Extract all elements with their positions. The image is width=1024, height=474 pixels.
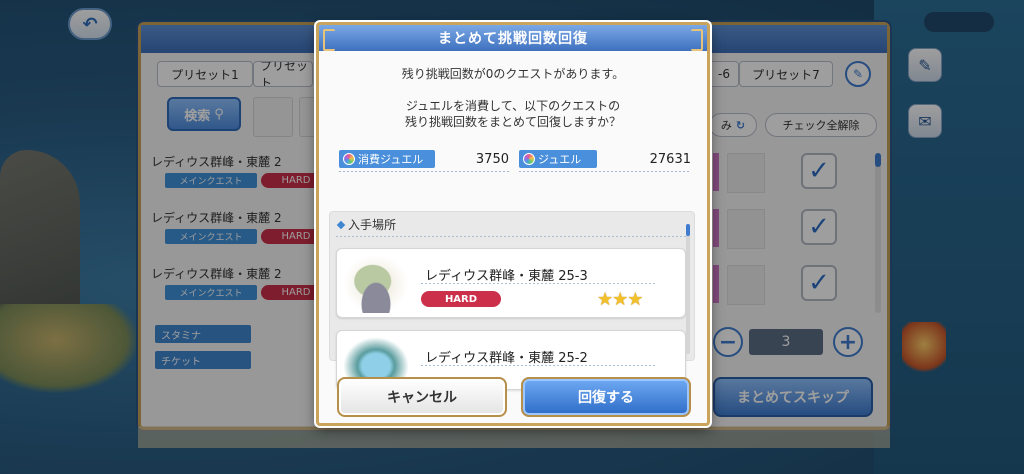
quest-card-title: レディウス群峰・東麓 25-3 <box>425 269 588 284</box>
divider <box>421 365 657 366</box>
jewel-balance-row: ジュエル 27631 <box>519 149 691 169</box>
source-header-text: 入手場所 <box>348 218 397 232</box>
quest-card[interactable]: レディウス群峰・東麓 25-3 HARD ★★★ <box>336 248 686 318</box>
jewel-icon <box>523 153 535 165</box>
jewel-balance-label-text: ジュエル <box>538 153 582 166</box>
divider <box>336 236 686 237</box>
quest-card-title: レディウス群峰・東麓 25-2 <box>425 351 588 366</box>
jewel-cost-label-text: 消費ジュエル <box>358 153 424 166</box>
source-header: 入手場所 <box>336 216 397 233</box>
divider <box>339 171 509 172</box>
diamond-bullet-icon <box>336 220 346 229</box>
dialog-message-line1: 残り挑戦回数が0のクエストがあります。 <box>401 67 625 81</box>
source-scrollbar[interactable] <box>686 224 690 354</box>
divider <box>519 171 691 172</box>
divider <box>421 283 657 284</box>
jewel-balance-value: 27631 <box>649 151 691 167</box>
source-list[interactable]: 入手場所 レディウス群峰・東麓 25-3 HARD ★★★ レディウス群峰・東麓… <box>329 211 695 395</box>
star-rating-icon: ★★★ <box>597 289 643 310</box>
dialog-message-line3: 残り挑戦回数をまとめて回復しますか？ <box>404 115 621 129</box>
dialog-message-line2: ジュエルを消費して、以下のクエストの <box>405 99 621 113</box>
dialog-title: まとめて挑戦回数回復 <box>319 25 707 51</box>
difficulty-badge: HARD <box>421 291 501 307</box>
quest-thumbnail <box>343 255 409 313</box>
jewel-cost-row: 消費ジュエル 3750 <box>339 149 509 169</box>
jewel-balance-label: ジュエル <box>519 150 597 168</box>
jewel-cost-label: 消費ジュエル <box>339 150 435 168</box>
jewel-icon <box>343 153 355 165</box>
jewel-cost-value: 3750 <box>475 151 509 167</box>
recover-button[interactable]: 回復する <box>521 377 691 417</box>
recover-attempts-dialog: まとめて挑戦回数回復 残り挑戦回数が0のクエストがあります。 ジュエルを消費して… <box>316 22 710 426</box>
cancel-button[interactable]: キャンセル <box>337 377 507 417</box>
